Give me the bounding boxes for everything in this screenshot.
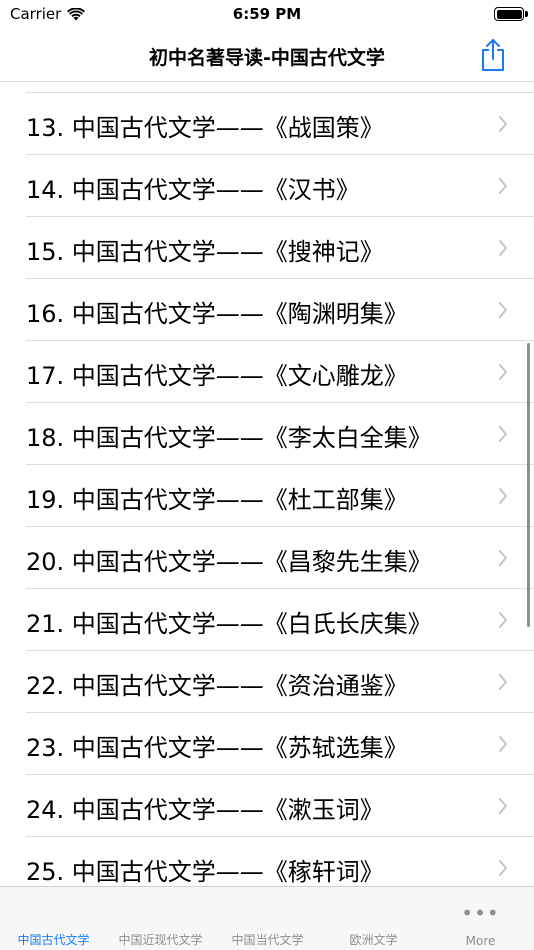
navigation-bar: 初中名著导读-中国古代文学 — [0, 30, 534, 82]
tab-european-literature[interactable]: 欧洲文学 — [320, 887, 427, 950]
list-item[interactable]: 17. 中国古代文学——《文心雕龙》 — [26, 341, 534, 403]
list-item-label: 25. 中国古代文学——《稼轩词》 — [26, 858, 384, 886]
tab-modern-literature[interactable]: 中国近现代文学 — [107, 887, 214, 950]
list-item[interactable]: 24. 中国古代文学——《漱玉词》 — [26, 775, 534, 837]
list-item[interactable]: 21. 中国古代文学——《白氏长庆集》 — [26, 589, 534, 651]
more-dots-icon: ••• — [461, 901, 500, 925]
list-item-label: 22. 中国古代文学——《资治通鉴》 — [26, 672, 408, 700]
battery-icon — [494, 7, 528, 21]
chevron-right-icon — [499, 488, 507, 504]
list-item-label: 23. 中国古代文学——《苏轼选集》 — [26, 734, 408, 762]
scroll-indicator[interactable] — [527, 343, 530, 627]
list-item-label: 14. 中国古代文学——《汉书》 — [26, 176, 360, 204]
chapter-list[interactable]: 12. 中国古代文学——《左传》 13. 中国古代文学——《战国策》 14. 中国古… — [0, 83, 534, 886]
list-item-label: 20. 中国古代文学——《昌黎先生集》 — [26, 548, 432, 576]
list-item[interactable]: 13. 中国古代文学——《战国策》 — [26, 93, 534, 155]
tab-label: 中国当代文学 — [231, 933, 304, 947]
tab-label: More — [465, 934, 496, 948]
chevron-right-icon — [499, 364, 507, 380]
page-title: 初中名著导读-中国古代文学 — [149, 47, 385, 69]
list-item[interactable]: 15. 中国古代文学——《搜神记》 — [26, 217, 534, 279]
tab-bar: 中国古代文学 中国近现代文学 中国当代文学 欧洲文学 ••• More — [0, 886, 534, 950]
chevron-right-icon — [499, 116, 507, 132]
list-item[interactable]: 12. 中国古代文学——《左传》 — [26, 83, 534, 93]
tab-ancient-literature[interactable]: 中国古代文学 — [0, 887, 107, 950]
tab-more[interactable]: ••• More — [427, 887, 534, 950]
list-item[interactable]: 23. 中国古代文学——《苏轼选集》 — [26, 713, 534, 775]
list-item-label: 21. 中国古代文学——《白氏长庆集》 — [26, 610, 432, 638]
status-bar: Carrier 6:59 PM — [0, 0, 534, 30]
tab-contemporary-literature[interactable]: 中国当代文学 — [214, 887, 321, 950]
chevron-right-icon — [499, 302, 507, 318]
list-item-label: 15. 中国古代文学——《搜神记》 — [26, 238, 384, 266]
list-item-label: 19. 中国古代文学——《杜工部集》 — [26, 486, 408, 514]
list-item-label: 18. 中国古代文学——《李太白全集》 — [26, 424, 432, 452]
chevron-right-icon — [499, 550, 507, 566]
list-item[interactable]: 20. 中国古代文学——《昌黎先生集》 — [26, 527, 534, 589]
chevron-right-icon — [499, 426, 507, 442]
chevron-right-icon — [499, 674, 507, 690]
chevron-right-icon — [499, 612, 507, 628]
chevron-right-icon — [499, 736, 507, 752]
chevron-right-icon — [499, 240, 507, 256]
list-item-label: 16. 中国古代文学——《陶渊明集》 — [26, 300, 408, 328]
share-icon[interactable] — [478, 38, 508, 72]
list-item-label: 24. 中国古代文学——《漱玉词》 — [26, 796, 384, 824]
list-item[interactable]: 22. 中国古代文学——《资治通鉴》 — [26, 651, 534, 713]
list-item-label: 17. 中国古代文学——《文心雕龙》 — [26, 362, 408, 390]
list-item[interactable]: 19. 中国古代文学——《杜工部集》 — [26, 465, 534, 527]
chevron-right-icon — [499, 798, 507, 814]
status-time: 6:59 PM — [232, 5, 302, 23]
chevron-right-icon — [499, 860, 507, 876]
list-item[interactable]: 16. 中国古代文学——《陶渊明集》 — [26, 279, 534, 341]
list-item[interactable]: 25. 中国古代文学——《稼轩词》 — [26, 837, 534, 886]
tab-label: 中国近现代文学 — [118, 933, 203, 947]
tab-label: 中国古代文学 — [17, 933, 90, 947]
list-item[interactable]: 18. 中国古代文学——《李太白全集》 — [26, 403, 534, 465]
chevron-right-icon — [499, 178, 507, 194]
list-item-label: 13. 中国古代文学——《战国策》 — [26, 114, 384, 142]
tab-label: 欧洲文学 — [349, 933, 398, 947]
list-item[interactable]: 14. 中国古代文学——《汉书》 — [26, 155, 534, 217]
